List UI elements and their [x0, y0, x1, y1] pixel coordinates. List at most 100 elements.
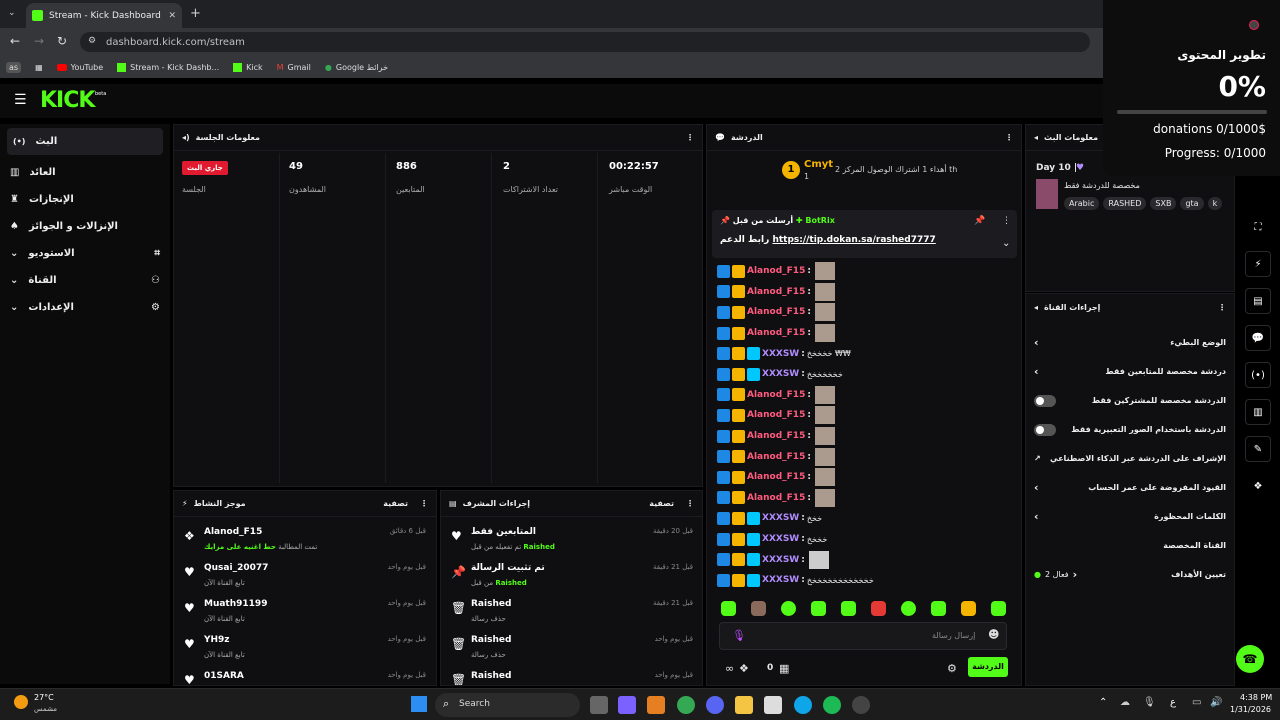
emote-icon[interactable]	[871, 601, 886, 616]
discord-icon[interactable]	[706, 696, 724, 714]
tag[interactable]: RASHED	[1103, 197, 1147, 210]
chevron-down-icon[interactable]: ⌄	[1002, 238, 1010, 249]
emote-icon[interactable]	[721, 601, 736, 616]
emote-icon[interactable]	[841, 601, 856, 616]
weather-icon[interactable]	[14, 695, 28, 709]
emote-icon[interactable]	[781, 601, 796, 616]
rail-chat-icon[interactable]: 💬	[1245, 325, 1271, 351]
sidebar-item-revenue[interactable]: ▥ العائد	[0, 159, 170, 186]
support-button[interactable]: ☎	[1236, 645, 1264, 673]
tray-chevron-icon[interactable]: ⌃	[1099, 697, 1107, 708]
rail-share-icon[interactable]: ❖	[1245, 473, 1271, 499]
emote-icon[interactable]	[901, 601, 916, 616]
filter-button[interactable]: تصفية	[649, 499, 674, 508]
pinned-link[interactable]: https://tip.dokan.sa/rashed7777	[772, 235, 935, 245]
action-subscribers-only[interactable]: الدردشة مخصصة للمشتركين فقط	[1026, 386, 1234, 415]
profile-badge[interactable]: as	[6, 61, 22, 73]
bookmark-gmail[interactable]: M Gmail	[277, 63, 311, 72]
obs-icon[interactable]	[852, 696, 870, 714]
clock-date[interactable]: 1/31/2026	[1230, 705, 1271, 714]
app-icon[interactable]	[647, 696, 665, 714]
tag[interactable]: SXB	[1150, 197, 1177, 210]
stream-thumbnail[interactable]	[1036, 179, 1058, 209]
close-tab-icon[interactable]: ✕	[168, 11, 176, 21]
send-chat-button[interactable]: الدردشة	[968, 657, 1008, 677]
sidebar-item-studio[interactable]: ⌄ الاستوديو ⌗	[0, 240, 170, 267]
apps-icon[interactable]: ▦	[35, 63, 43, 72]
more-icon[interactable]: ⋮	[686, 499, 694, 508]
menu-icon[interactable]: ☰	[14, 92, 27, 108]
tag[interactable]: k	[1207, 197, 1223, 210]
store-icon[interactable]: ▦	[779, 662, 789, 675]
pinned-message[interactable]: 📌 أرسلت من قبل ✚ BotRix 📌 ⋮ رابط الدعم h…	[712, 210, 1017, 258]
subscribers-only-toggle[interactable]	[1034, 394, 1056, 407]
forward-icon[interactable]: →	[34, 34, 44, 48]
points-icon[interactable]: ❖	[739, 662, 749, 675]
tag[interactable]: gta	[1180, 197, 1204, 210]
new-tab-icon[interactable]: +	[190, 6, 201, 21]
back-arrow-icon[interactable]: ◂	[1034, 303, 1038, 312]
rail-layout-icon[interactable]: ▥	[1245, 399, 1271, 425]
action-ai-moderation[interactable]: الإشراف على الدردشة عبر الذكاء الاصطناعي…	[1026, 444, 1234, 473]
chrome-icon[interactable]	[677, 696, 695, 714]
sidebar-item-achievements[interactable]: ♜ الإنجازات	[0, 186, 170, 213]
windows-start-icon[interactable]	[411, 696, 427, 712]
rail-lightning-icon[interactable]: ⚡	[1245, 251, 1271, 277]
action-slow-mode[interactable]: الوضع البطيء ›	[1026, 328, 1234, 357]
tag[interactable]: Arabic	[1064, 197, 1100, 210]
network-icon[interactable]: ▭	[1192, 697, 1201, 708]
more-icon[interactable]: ⋮	[420, 499, 428, 508]
mic-icon[interactable]: 🎙	[732, 629, 746, 642]
chat-input[interactable]: 🎙 إرسال رسالة ☻	[719, 622, 1007, 650]
emotes-only-toggle[interactable]	[1034, 423, 1056, 436]
volume-icon[interactable]: 🔊	[1210, 697, 1222, 708]
tray-app-icon[interactable]: ☁	[1120, 697, 1130, 708]
sidebar-item-stream[interactable]: (•) البث	[7, 128, 163, 155]
kick-logo[interactable]: KICK	[40, 88, 95, 113]
rail-fullscreen-icon[interactable]: ⛶	[1245, 214, 1271, 240]
action-banned-words[interactable]: الكلمات المحظورة ›	[1026, 502, 1234, 531]
sidebar-item-drops[interactable]: ♠ الإنزالات و الجوائز	[0, 213, 170, 240]
emote-icon[interactable]	[811, 601, 826, 616]
rail-list-icon[interactable]: ▤	[1245, 288, 1271, 314]
more-icon[interactable]: ⋮	[1002, 216, 1011, 226]
gear-icon[interactable]: ⚙	[947, 662, 957, 675]
edge-icon[interactable]	[794, 696, 812, 714]
tab-list-icon[interactable]: ⌄	[8, 8, 16, 18]
reload-icon[interactable]: ↻	[57, 34, 67, 48]
emote-icon[interactable]	[991, 601, 1006, 616]
browser-tab[interactable]: Stream - Kick Dashboard ✕	[26, 3, 182, 28]
more-icon[interactable]: ⋮	[1218, 303, 1226, 312]
copilot-icon[interactable]	[618, 696, 636, 714]
emote-icon[interactable]	[931, 601, 946, 616]
back-icon[interactable]: ←	[10, 34, 20, 48]
action-followers-only[interactable]: دردشة مخصصة للمتابعين فقط ›	[1026, 357, 1234, 386]
emote-icon[interactable]	[961, 601, 976, 616]
spotify-icon[interactable]	[823, 696, 841, 714]
sidebar-item-channel[interactable]: ⌄ القناة ⚇	[0, 267, 170, 294]
action-set-goals[interactable]: تعيين الأهداف ● فعال 2 ›	[1026, 560, 1234, 589]
bookmark-stream[interactable]: Stream - Kick Dashb...	[117, 62, 219, 72]
mic-icon[interactable]: 🎙	[1143, 697, 1156, 708]
store-icon[interactable]	[764, 696, 782, 714]
filter-button[interactable]: تصفية	[383, 499, 408, 508]
bookmark-maps[interactable]: ● Google خرائط	[325, 63, 388, 72]
taskbar-search[interactable]: ⌕ Search	[435, 693, 580, 717]
rail-broadcast-icon[interactable]: (•)	[1245, 362, 1271, 388]
site-info-icon[interactable]: ⚙	[88, 36, 96, 46]
bookmark-youtube[interactable]: YouTube	[56, 63, 103, 72]
action-account-age[interactable]: القيود المفروضة على عمر الحساب ›	[1026, 473, 1234, 502]
unpin-icon[interactable]: 📌	[974, 216, 985, 226]
infinity-icon[interactable]: ∞	[725, 662, 734, 675]
emote-icon[interactable]	[751, 601, 766, 616]
more-icon[interactable]: ⋮	[1005, 133, 1013, 142]
url-field[interactable]: ⚙ dashboard.kick.com/stream	[80, 32, 1090, 52]
emoji-icon[interactable]: ☻	[988, 628, 999, 641]
file-explorer-icon[interactable]	[735, 696, 753, 714]
clock-time[interactable]: 4:38 PM	[1240, 693, 1272, 702]
back-arrow-icon[interactable]: ◂	[1034, 133, 1038, 142]
action-emotes-only[interactable]: الدردشة باستخدام الصور التعبيرية فقط	[1026, 415, 1234, 444]
rail-tools-icon[interactable]: ✎	[1245, 436, 1271, 462]
more-icon[interactable]: ⋮	[686, 133, 694, 142]
sidebar-item-settings[interactable]: ⌄ الإعدادات ⚙	[0, 294, 170, 321]
